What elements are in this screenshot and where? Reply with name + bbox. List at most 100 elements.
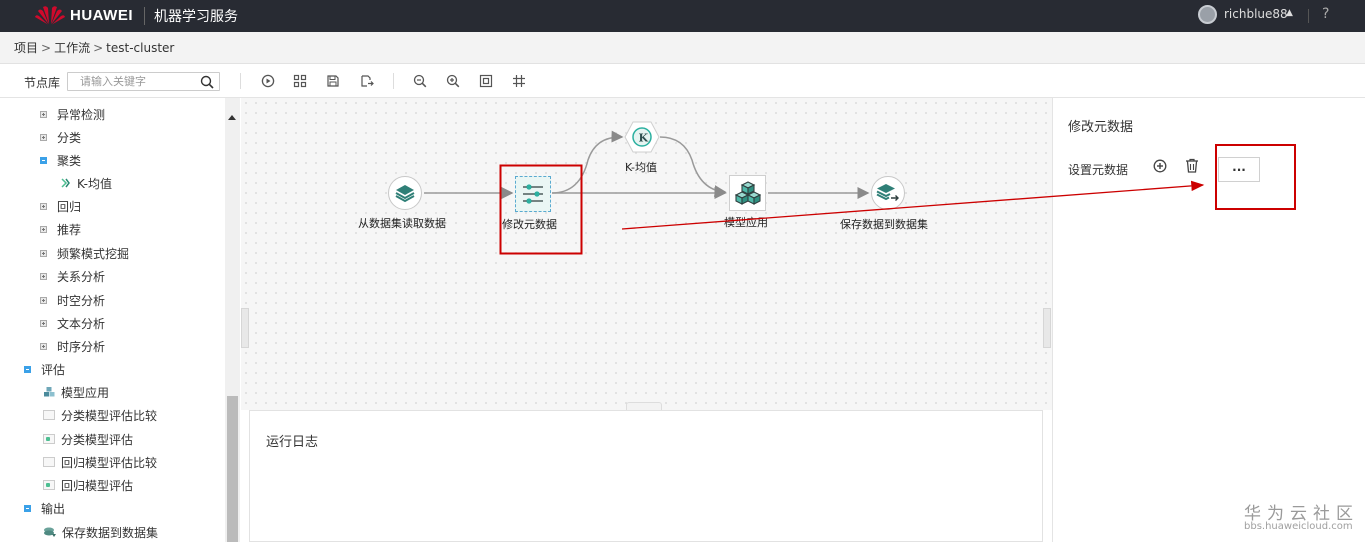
tree-item-label: 时空分析	[57, 293, 106, 308]
compare-icon	[43, 410, 55, 420]
tree-category-regression[interactable]: 回归	[40, 196, 81, 216]
workflow-node-save-dataset[interactable]: 保存数据到数据集	[840, 176, 928, 231]
edit-metadata-button[interactable]: ···	[1218, 157, 1260, 182]
collapse-right-panel-toggle[interactable]	[1043, 308, 1051, 348]
expand-icon[interactable]	[40, 342, 47, 350]
zoom-out-button[interactable]	[411, 72, 429, 90]
tree-item-label: 聚类	[57, 153, 82, 168]
svg-text:K: K	[639, 132, 649, 145]
tree-leaf-classification-compare[interactable]: 分类模型评估比较	[43, 405, 157, 425]
save-layers-icon	[871, 176, 905, 210]
toolbar-divider	[393, 73, 394, 89]
tree-group-output[interactable]: 输出	[24, 498, 65, 518]
cubes-icon	[729, 175, 766, 211]
tree-item-label: 回归模型评估比较	[61, 455, 158, 470]
grid-icon	[513, 75, 525, 87]
node-label: 模型应用	[724, 216, 768, 229]
tree-category-relation-analysis[interactable]: 关系分析	[40, 266, 105, 286]
node-library-label: 节点库	[24, 76, 61, 90]
tree-leaf-kmeans[interactable]: K-均值	[60, 173, 112, 193]
search-input[interactable]	[68, 73, 188, 90]
tree-item-label: 分类	[57, 130, 82, 145]
tree-category-spatiotemporal[interactable]: 时空分析	[40, 290, 105, 310]
workflow-node-model-apply[interactable]: 模型应用	[724, 175, 768, 229]
toolbar-divider	[240, 73, 241, 89]
log-panel-title: 运行日志	[266, 435, 319, 450]
breadcrumb-item-project[interactable]: 项目	[14, 39, 38, 56]
tree-leaf-regression-evaluate[interactable]: 回归模型评估	[43, 475, 133, 495]
save-button[interactable]	[324, 72, 342, 90]
model-apply-icon	[44, 387, 55, 397]
evaluate-icon	[43, 480, 55, 490]
brand-name[interactable]: HUAWEI	[70, 7, 133, 24]
grid-button[interactable]	[510, 72, 528, 90]
tree-item-label: K-均值	[77, 176, 112, 191]
caret-up-icon[interactable]: ▲	[1286, 8, 1293, 18]
zoom-in-icon	[446, 74, 460, 88]
tree-category-clustering[interactable]: 聚类	[40, 150, 81, 170]
compare-icon	[43, 457, 55, 467]
tree-category-text-analysis[interactable]: 文本分析	[40, 313, 105, 333]
breadcrumb: 项目 > 工作流 > test-cluster	[0, 32, 1365, 64]
node-label: K-均值	[625, 161, 658, 174]
username[interactable]: richblue88	[1224, 7, 1288, 21]
kmeans-icon: K	[624, 120, 660, 154]
tree-category-recommendation[interactable]: 推荐	[40, 219, 81, 239]
expand-icon[interactable]	[40, 225, 47, 233]
sidebar-scroll-thumb[interactable]	[227, 396, 238, 542]
metadata-icon	[515, 176, 551, 212]
tree-category-classification[interactable]: 分类	[40, 127, 81, 147]
brand-divider	[144, 7, 145, 25]
tree-category-time-series[interactable]: 时序分析	[40, 336, 105, 356]
collapse-left-panel-toggle[interactable]	[241, 308, 249, 348]
watermark-url: bbs.huaweicloud.com	[1244, 521, 1353, 532]
tree-item-label: 文本分析	[57, 316, 106, 331]
tree-leaf-save-dataset[interactable]: 保存数据到数据集	[43, 522, 158, 542]
tree-item-label: 时序分析	[57, 339, 106, 354]
huawei-logo-icon[interactable]	[34, 4, 66, 26]
collapse-icon[interactable]	[24, 504, 31, 512]
node-label: 保存数据到数据集	[840, 218, 928, 231]
workflow-node-read-dataset[interactable]: 从数据集读取数据	[358, 176, 446, 230]
tree-group-evaluation[interactable]: 评估	[24, 359, 65, 379]
scroll-up-arrow-icon[interactable]	[228, 115, 236, 120]
run-icon	[261, 74, 275, 88]
collapse-icon[interactable]	[40, 156, 47, 164]
zoom-in-button[interactable]	[444, 72, 462, 90]
properties-title: 修改元数据	[1068, 120, 1134, 135]
auto-layout-button[interactable]	[291, 72, 309, 90]
fit-screen-button[interactable]	[477, 72, 495, 90]
expand-icon[interactable]	[40, 202, 47, 210]
tree-item-label: 异常检测	[57, 107, 106, 122]
expand-icon[interactable]	[40, 133, 47, 141]
tree-category-frequent-pattern[interactable]: 频繁模式挖掘	[40, 243, 129, 263]
collapse-icon[interactable]	[24, 365, 31, 373]
tree-category-anomaly-detection[interactable]: 异常检测	[40, 104, 105, 124]
run-button[interactable]	[259, 72, 277, 90]
user-avatar[interactable]	[1198, 5, 1217, 24]
expand-icon[interactable]	[40, 110, 47, 118]
expand-icon[interactable]	[40, 296, 47, 304]
tree-leaf-classification-evaluate[interactable]: 分类模型评估	[43, 429, 133, 449]
workflow-node-modify-metadata[interactable]: 修改元数据	[502, 176, 557, 231]
expand-icon[interactable]	[40, 319, 47, 327]
layers-icon	[388, 176, 422, 210]
export-button[interactable]	[358, 72, 376, 90]
expand-icon[interactable]	[40, 249, 47, 257]
node-library-sidebar: 异常检测 分类 聚类 K-均值 回归 推荐 频繁模式挖掘 关系分析 时空分析 文…	[0, 98, 240, 542]
tree-item-label: 分类模型评估比较	[61, 408, 158, 423]
toolbar: 节点库	[0, 64, 1365, 98]
expand-icon[interactable]	[40, 272, 47, 280]
tree-leaf-model-apply[interactable]: 模型应用	[43, 382, 109, 402]
help-icon[interactable]: ?	[1322, 6, 1329, 22]
workflow-node-kmeans[interactable]: K K-均值	[624, 120, 660, 174]
search-icon[interactable]	[200, 75, 214, 89]
breadcrumb-item-workflow[interactable]: 工作流	[54, 39, 90, 56]
add-circle-icon[interactable]	[1153, 159, 1167, 173]
save-icon	[327, 75, 339, 87]
top-navigation-bar: HUAWEI 机器学习服务 richblue88 ▲ ?	[0, 0, 1365, 32]
zoom-out-icon	[413, 74, 427, 88]
service-name[interactable]: 机器学习服务	[154, 6, 238, 26]
tree-leaf-regression-compare[interactable]: 回归模型评估比较	[43, 452, 157, 472]
trash-icon[interactable]	[1185, 158, 1199, 173]
